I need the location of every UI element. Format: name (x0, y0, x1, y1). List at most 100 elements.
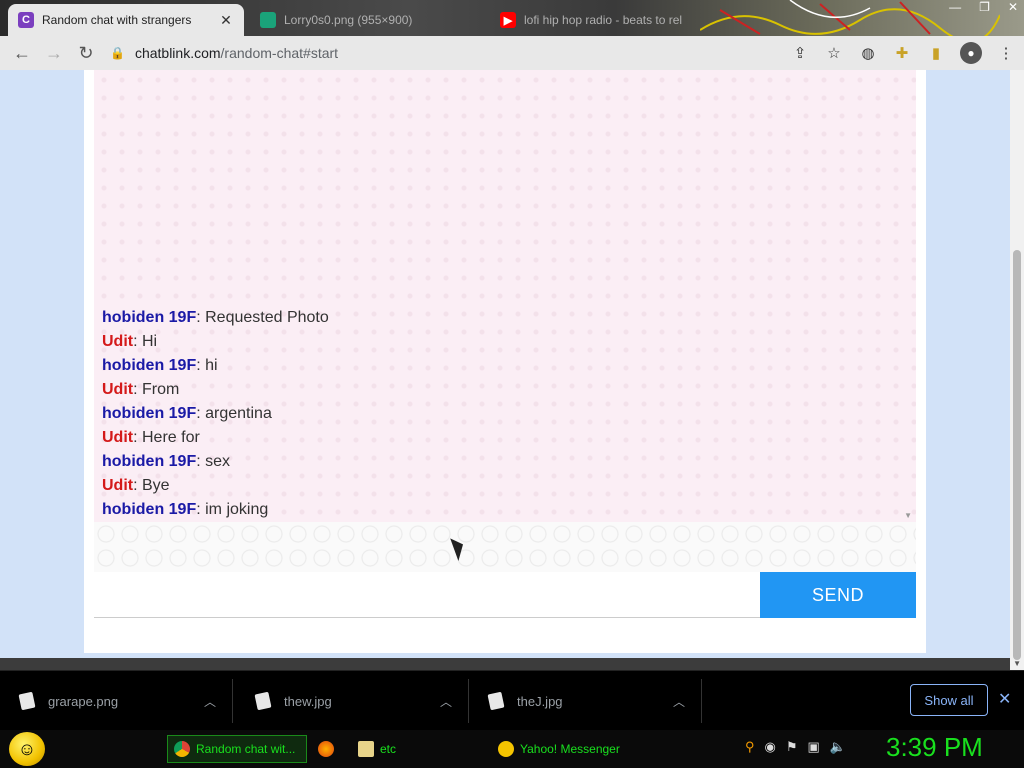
share-icon[interactable]: ⇪ (790, 43, 810, 63)
page-viewport: hobiden 19F: Requested Photo Udit: Hi hobi… (0, 70, 1024, 670)
message-list: hobiden 19F: Requested Photo Udit: Hi hobi… (102, 306, 892, 522)
close-window-icon[interactable]: ✕ (1008, 0, 1018, 14)
messenger-tray-icon[interactable]: ◉ (765, 739, 776, 755)
show-all-button[interactable]: Show all (910, 684, 988, 716)
chat-card: hobiden 19F: Requested Photo Udit: Hi hobi… (84, 70, 926, 653)
chat-message: hobiden 19F: hi (102, 354, 892, 378)
download-item[interactable]: theJ.jpg ︿ (469, 679, 702, 723)
browser-toolbar: ← → ↻ 🔒 chatblink.com/random-chat#start … (0, 36, 1024, 70)
chat-scroll-down-icon[interactable]: ▼ (904, 511, 912, 520)
volume-icon[interactable]: 🔈 (830, 739, 846, 755)
back-icon[interactable]: ← (6, 37, 38, 69)
youtube-icon: ▶ (500, 12, 516, 28)
network-icon[interactable]: ▣ (808, 739, 820, 755)
firefox-icon (318, 741, 334, 757)
task-etc[interactable]: etc (352, 735, 488, 763)
profile-avatar-icon[interactable]: ● (960, 42, 982, 64)
chat-message: hobiden 19F: argentina (102, 402, 892, 426)
scrollbar-thumb[interactable] (1013, 250, 1021, 660)
chat-message: Udit: Here for (102, 426, 892, 450)
start-smiley-icon[interactable]: ☺ (9, 732, 45, 766)
message-sender: Udit (102, 477, 134, 494)
task-label: Yahoo! Messenger (520, 742, 620, 756)
task-label: etc (380, 742, 397, 756)
menu-icon[interactable]: ⋮ (996, 43, 1016, 63)
action-center-flag-icon[interactable]: ⚑ (786, 739, 798, 755)
message-sender: hobiden 19F (102, 309, 197, 326)
minimize-icon[interactable]: — (949, 0, 961, 14)
message-text: : Hi (133, 333, 158, 350)
tab-strip: C Random chat with strangers ✕ Lorry0s0.… (0, 0, 1024, 36)
extensions-icon[interactable]: ✚ (892, 43, 912, 63)
message-input[interactable] (94, 572, 760, 618)
download-item[interactable]: thew.jpg ︿ (236, 679, 469, 723)
message-text: : Bye (133, 477, 170, 494)
forward-icon[interactable]: → (38, 37, 70, 69)
message-sender: hobiden 19F (102, 405, 197, 422)
message-sender: Udit (102, 333, 134, 350)
folder-icon (358, 741, 374, 757)
scroll-down-icon[interactable]: ▼ (1013, 659, 1021, 668)
message-input-row: SEND (94, 572, 916, 618)
chevron-up-icon[interactable]: ︿ (673, 693, 685, 710)
lock-icon[interactable]: 🔒 (110, 46, 125, 60)
restore-icon[interactable]: ❐ (979, 0, 990, 14)
page-footer-strip (0, 658, 1010, 670)
address-bar[interactable]: 🔒 chatblink.com/random-chat#start (110, 39, 850, 67)
send-button[interactable]: SEND (760, 572, 916, 618)
download-name: grarape.png (48, 693, 119, 709)
reload-icon[interactable]: ↻ (70, 37, 102, 69)
search-icon[interactable]: ⚲ (745, 739, 755, 755)
url-domain: chatblink.com (134, 45, 221, 61)
bookmark-star-icon[interactable]: ☆ (824, 43, 844, 63)
message-sender: hobiden 19F (102, 453, 197, 470)
task-firefox[interactable] (312, 735, 346, 763)
chevron-up-icon[interactable]: ︿ (204, 693, 216, 710)
tab-lofi[interactable]: ▶ lofi hip hop radio - beats to rel (490, 4, 700, 36)
chat-message: hobiden 19F: Requested Photo (102, 306, 892, 330)
system-tray: ⚲ ◉ ⚑ ▣ 🔈 (745, 739, 846, 755)
clock[interactable]: 3:39 PM (886, 732, 983, 763)
image-icon (260, 12, 276, 28)
tab-image[interactable]: Lorry0s0.png (955×900) (250, 4, 490, 36)
download-name: theJ.jpg (517, 693, 563, 709)
page-scrollbar[interactable]: ▼ (1010, 70, 1024, 670)
message-text: : Here for (133, 429, 200, 446)
message-sender: hobiden 19F (102, 357, 197, 374)
download-name: thew.jpg (284, 693, 332, 709)
tab-title: lofi hip hop radio - beats to rel (524, 13, 683, 27)
message-sender: Udit (102, 429, 134, 446)
mouse-cursor-icon (450, 535, 468, 561)
toolbar-actions: ⇪ ☆ ◍ ✚ ▮ ● ⋮ (790, 39, 1016, 67)
yahoo-messenger-icon (498, 741, 514, 757)
message-text: : hi (196, 357, 218, 374)
message-text: : From (133, 381, 180, 398)
downloads-shelf: grarape.png ︿ thew.jpg ︿ theJ.jpg ︿ Show… (0, 670, 1024, 730)
file-icon (487, 691, 505, 711)
tab-title: Random chat with strangers (42, 13, 192, 27)
close-downloads-icon[interactable]: ✕ (998, 689, 1011, 709)
chrome-icon (174, 741, 190, 757)
close-icon[interactable]: ✕ (218, 12, 234, 29)
taskbar: ☺ Random chat wit... etc Yahoo! Messenge… (0, 730, 1024, 768)
chat-log[interactable]: hobiden 19F: Requested Photo Udit: Hi hobi… (94, 70, 916, 522)
url-path: /random-chat#start (220, 45, 339, 61)
chat-message: hobiden 19F: sex (102, 450, 892, 474)
typing-indicator-area (94, 522, 916, 572)
task-yahoo[interactable]: Yahoo! Messenger (492, 735, 632, 763)
task-chrome[interactable]: Random chat wit... (167, 735, 307, 763)
screen: C Random chat with strangers ✕ Lorry0s0.… (0, 0, 1024, 768)
flag-extension-icon[interactable]: ◍ (858, 43, 878, 63)
chevron-up-icon[interactable]: ︿ (440, 693, 452, 710)
chat-message: Udit: From (102, 378, 892, 402)
task-label: Random chat wit... (196, 742, 296, 756)
message-sender: Udit (102, 381, 134, 398)
side-panel-icon[interactable]: ▮ (926, 43, 946, 63)
message-text: : argentina (196, 405, 272, 422)
chatblink-icon: C (18, 12, 34, 28)
tab-random-chat[interactable]: C Random chat with strangers ✕ (8, 4, 244, 36)
message-text: : sex (196, 453, 231, 470)
download-item[interactable]: grarape.png ︿ (0, 679, 233, 723)
chat-message: Udit: Hi (102, 330, 892, 354)
chat-message: hobiden 19F: im joking (102, 498, 892, 522)
